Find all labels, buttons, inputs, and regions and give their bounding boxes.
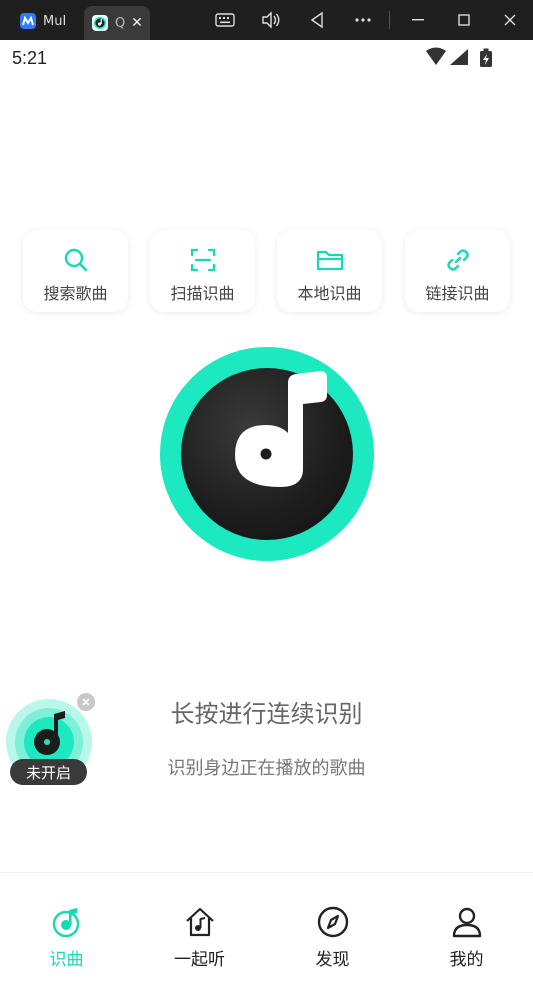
- link-icon: [444, 246, 472, 274]
- signal-icon: [450, 49, 468, 65]
- nav-label: 识曲: [49, 950, 84, 970]
- minimize-icon[interactable]: [407, 10, 429, 30]
- bottom-nav: 识曲 一起听 发现 我的: [0, 872, 533, 987]
- person-icon: [450, 905, 484, 939]
- card-label: 本地识曲: [297, 284, 362, 303]
- tab-label: MuMu: [43, 13, 65, 29]
- volume-icon[interactable]: [260, 10, 282, 30]
- search-icon: [62, 246, 90, 274]
- nav-discover[interactable]: 发现: [266, 873, 399, 973]
- nav-profile[interactable]: 我的: [400, 873, 533, 973]
- tab-label: Q: [115, 15, 125, 31]
- wifi-icon: [426, 47, 446, 65]
- back-icon[interactable]: [306, 10, 328, 30]
- more-icon[interactable]: [352, 10, 374, 30]
- floating-close-button[interactable]: [77, 693, 95, 711]
- mumu-icon: [20, 13, 36, 29]
- nav-listen-together[interactable]: 一起听: [133, 873, 266, 973]
- tab-app[interactable]: Q ✕: [84, 6, 150, 40]
- hint-title-text: 长按进行连续识别: [170, 700, 363, 728]
- link-recognize-button[interactable]: 链接识曲: [405, 230, 510, 312]
- scan-recognize-button[interactable]: 扫描识曲: [150, 230, 255, 312]
- search-song-button[interactable]: 搜索歌曲: [23, 230, 128, 312]
- scan-icon: [189, 246, 217, 274]
- close-icon: [82, 698, 90, 706]
- nav-recognize[interactable]: 识曲: [0, 873, 133, 973]
- nav-label: 我的: [449, 950, 484, 970]
- card-label: 搜索歌曲: [43, 284, 108, 303]
- compass-icon: [316, 905, 350, 939]
- status-time: 5:21: [12, 48, 48, 68]
- recognize-record-button[interactable]: [160, 347, 374, 561]
- maximize-icon[interactable]: [453, 10, 475, 30]
- titlebar-divider: [389, 11, 390, 29]
- music-disc-icon: [50, 905, 84, 939]
- floating-status-badge: 未开启: [10, 759, 87, 785]
- local-recognize-button[interactable]: 本地识曲: [277, 230, 382, 312]
- music-house-icon: [183, 905, 217, 939]
- battery-charging-icon: [480, 48, 492, 67]
- nav-label: 发现: [315, 950, 350, 970]
- card-label: 扫描识曲: [170, 284, 235, 303]
- folder-icon: [316, 246, 344, 274]
- app-icon: [92, 15, 108, 31]
- keyboard-icon[interactable]: [214, 10, 236, 30]
- window-titlebar: MuMu Q ✕: [0, 0, 533, 40]
- status-icons: [424, 46, 496, 68]
- tab-close-icon[interactable]: ✕: [129, 15, 145, 31]
- card-label: 链接识曲: [425, 284, 490, 303]
- music-note-icon: [235, 371, 327, 487]
- close-icon[interactable]: [499, 10, 521, 30]
- tab-mumu[interactable]: MuMu: [12, 6, 82, 36]
- nav-label: 一起听: [174, 950, 225, 970]
